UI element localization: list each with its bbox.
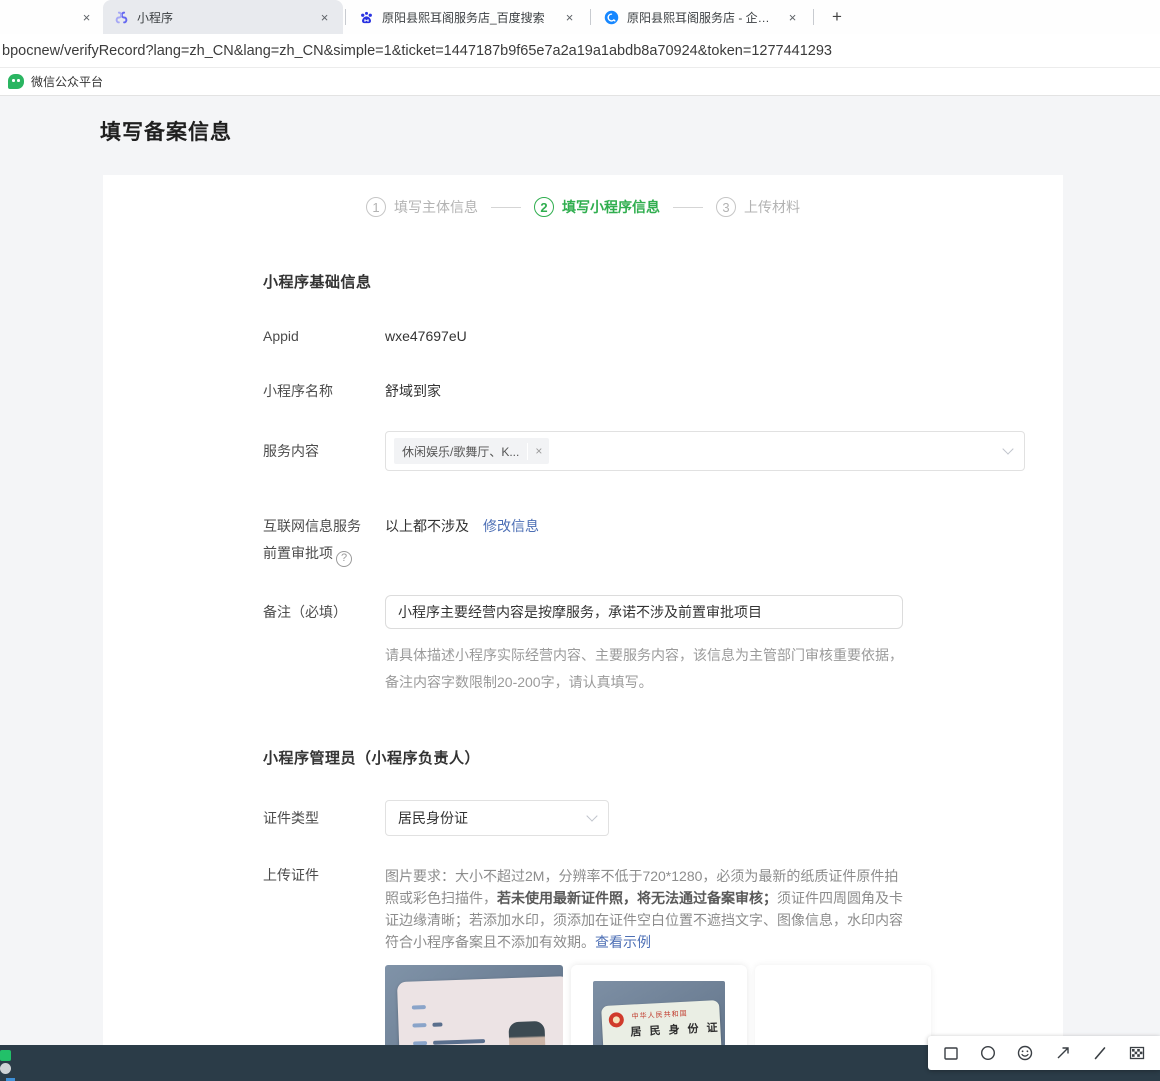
service-tag-label: 休闲娱乐/歌舞厅、K... (394, 443, 528, 460)
baidu-favicon-icon (358, 9, 374, 25)
id-upload-slot[interactable] (755, 965, 931, 1045)
modify-info-link[interactable]: 修改信息 (483, 513, 539, 540)
bookmark-wechat-mp[interactable]: 微信公众平台 (8, 73, 103, 90)
pre-approval-label-line1: 互联网信息服务 (263, 518, 361, 534)
step-2-circle: 2 (534, 197, 554, 217)
remark-helper-line2: 备注内容字数限制20-200字，请认真填写。 (385, 674, 653, 690)
cert-type-label: 证件类型 (263, 808, 385, 828)
remark-field-group: 请具体描述小程序实际经营内容、主要服务内容，该信息为主管部门审核重要依据， 备注… (385, 595, 910, 696)
remark-label: 备注（必填） (263, 595, 385, 629)
remark-helper-text: 请具体描述小程序实际经营内容、主要服务内容，该信息为主管部门审核重要依据， 备注… (385, 642, 910, 696)
miniprogram-name-value: 舒域到家 (385, 381, 441, 401)
appid-label: Appid (263, 326, 385, 346)
desktop-app-icon[interactable] (0, 1050, 11, 1061)
id-back-card-name: 居 民 身 份 证 (630, 1019, 715, 1039)
upload-cert-row: 上传证件 图片要求：大小不超过2M，分辨率不低于720*1280，必须为最新的纸… (263, 865, 1025, 953)
chevron-down-icon (586, 810, 597, 821)
step-2-label: 填写小程序信息 (562, 197, 660, 217)
id-front-card (397, 976, 563, 1045)
id-portrait (508, 1021, 546, 1045)
cert-type-row: 证件类型 居民身份证 (263, 800, 1025, 836)
step-1-label: 填写主体信息 (394, 197, 478, 217)
id-back-card: 中华人民共和国 居 民 身 份 证 (601, 1000, 723, 1045)
page-background: 填写备案信息 1 填写主体信息 2 填写小程序信息 3 上传材料 (0, 96, 1160, 1045)
remark-input[interactable] (385, 595, 903, 629)
step-3-label: 上传材料 (744, 197, 800, 217)
step-1: 1 填写主体信息 (366, 197, 478, 217)
tag-remove-icon[interactable]: × (528, 444, 549, 458)
id-upload-previews: 中华人民共和国 居 民 身 份 证 (385, 965, 931, 1045)
tab-close-icon[interactable]: × (316, 9, 333, 26)
tab-strip: × 小程序 × 原阳县熙耳阁服务店_百度搜索 × 原阳县熙耳阁服务店 - 企查查… (0, 0, 1160, 34)
url-text[interactable]: bpocnew/verifyRecord?lang=zh_CN&lang=zh_… (0, 43, 832, 59)
tab-divider (813, 9, 814, 25)
ellipse-tool-icon[interactable] (975, 1040, 1001, 1066)
pen-tool-icon[interactable] (1087, 1040, 1113, 1066)
id-back-preview[interactable]: 中华人民共和国 居 民 身 份 证 (571, 965, 747, 1045)
national-emblem-icon (608, 1012, 624, 1028)
tab-miniprogram[interactable]: 小程序 × (103, 0, 343, 34)
bookmarks-bar: 微信公众平台 (0, 68, 1160, 96)
tab-divider (345, 9, 346, 25)
address-bar[interactable]: bpocnew/verifyRecord?lang=zh_CN&lang=zh_… (0, 34, 1160, 68)
cert-type-select[interactable]: 居民身份证 (385, 800, 609, 836)
tab-cropped[interactable]: × (0, 0, 103, 34)
requirements-bold-text: 若未使用最新证件照，将无法通过备案审核； (497, 890, 777, 906)
step-3-circle: 3 (716, 197, 736, 217)
cert-type-value: 居民身份证 (398, 808, 468, 828)
tab-close-icon[interactable]: × (78, 9, 95, 26)
tab-title: 原阳县熙耳阁服务店_百度搜索 (382, 9, 553, 26)
miniprogram-favicon-icon (113, 9, 129, 25)
remark-helper-line1: 请具体描述小程序实际经营内容、主要服务内容，该信息为主管部门审核重要依据， (385, 647, 903, 663)
tab-divider (590, 9, 591, 25)
service-content-select[interactable]: 休闲娱乐/歌舞厅、K... × (385, 431, 1025, 471)
service-content-row: 服务内容 休闲娱乐/歌舞厅、K... × (263, 431, 1025, 471)
section-basic-info: 小程序基础信息 (263, 271, 372, 292)
wechat-icon (8, 74, 24, 89)
id-front-preview[interactable] (385, 965, 563, 1045)
desktop-app-icon[interactable] (0, 1063, 11, 1074)
page-title: 填写备案信息 (100, 116, 232, 146)
chevron-down-icon (1002, 443, 1013, 454)
id-back-photo: 中华人民共和国 居 民 身 份 证 (593, 981, 725, 1045)
step-3: 3 上传材料 (716, 197, 800, 217)
tab-close-icon[interactable]: × (784, 9, 801, 26)
step-1-circle: 1 (366, 197, 386, 217)
view-example-link[interactable]: 查看示例 (595, 934, 651, 950)
pre-approval-label-line2: 前置审批项 (263, 545, 333, 561)
new-tab-button[interactable]: + (824, 4, 850, 30)
pre-approval-label: 互联网信息服务 前置审批项? (263, 513, 385, 567)
screenshot-toolbar (928, 1036, 1160, 1070)
step-connector (491, 207, 521, 208)
step-2: 2 填写小程序信息 (534, 197, 660, 217)
tab-title: 小程序 (137, 9, 308, 26)
step-connector (673, 207, 703, 208)
mosaic-tool-icon[interactable] (1124, 1040, 1150, 1066)
tab-qichacha[interactable]: 原阳县熙耳阁服务店 - 企查查 × (593, 0, 811, 34)
arrow-tool-icon[interactable] (1050, 1040, 1076, 1066)
appid-row: Appid wxe47697eU (263, 326, 1025, 346)
service-content-label: 服务内容 (263, 441, 385, 461)
miniprogram-name-label: 小程序名称 (263, 381, 385, 401)
bookmark-label: 微信公众平台 (31, 73, 103, 90)
service-tag: 休闲娱乐/歌舞厅、K... × (394, 438, 549, 464)
upload-cert-label: 上传证件 (263, 865, 385, 885)
tab-title: 原阳县熙耳阁服务店 - 企查查 (627, 9, 776, 26)
pre-approval-value: 以上都不涉及 (385, 513, 469, 540)
remark-row: 备注（必填） 请具体描述小程序实际经营内容、主要服务内容，该信息为主管部门审核重… (263, 595, 1025, 696)
tab-close-icon[interactable]: × (561, 9, 578, 26)
step-indicator: 1 填写主体信息 2 填写小程序信息 3 上传材料 (103, 197, 1063, 217)
miniprogram-name-row: 小程序名称 舒域到家 (263, 381, 1025, 401)
upload-requirements: 图片要求：大小不超过2M，分辨率不低于720*1280，必须为最新的纸质证件原件… (385, 865, 909, 953)
pre-approval-row: 互联网信息服务 前置审批项? 以上都不涉及 修改信息 (263, 513, 1025, 567)
browser-window: × 小程序 × 原阳县熙耳阁服务店_百度搜索 × 原阳县熙耳阁服务店 - 企查查… (0, 0, 1160, 1081)
section-admin: 小程序管理员（小程序负责人） (263, 747, 480, 768)
form-card: 1 填写主体信息 2 填写小程序信息 3 上传材料 小程序基础信息 Appid … (103, 175, 1063, 1045)
emoji-tool-icon[interactable] (1012, 1040, 1038, 1066)
qichacha-favicon-icon (603, 9, 619, 25)
help-icon[interactable]: ? (336, 551, 352, 567)
tab-baidu-search[interactable]: 原阳县熙耳阁服务店_百度搜索 × (348, 0, 588, 34)
appid-value: wxe47697eU (385, 326, 467, 346)
rectangle-tool-icon[interactable] (938, 1040, 964, 1066)
